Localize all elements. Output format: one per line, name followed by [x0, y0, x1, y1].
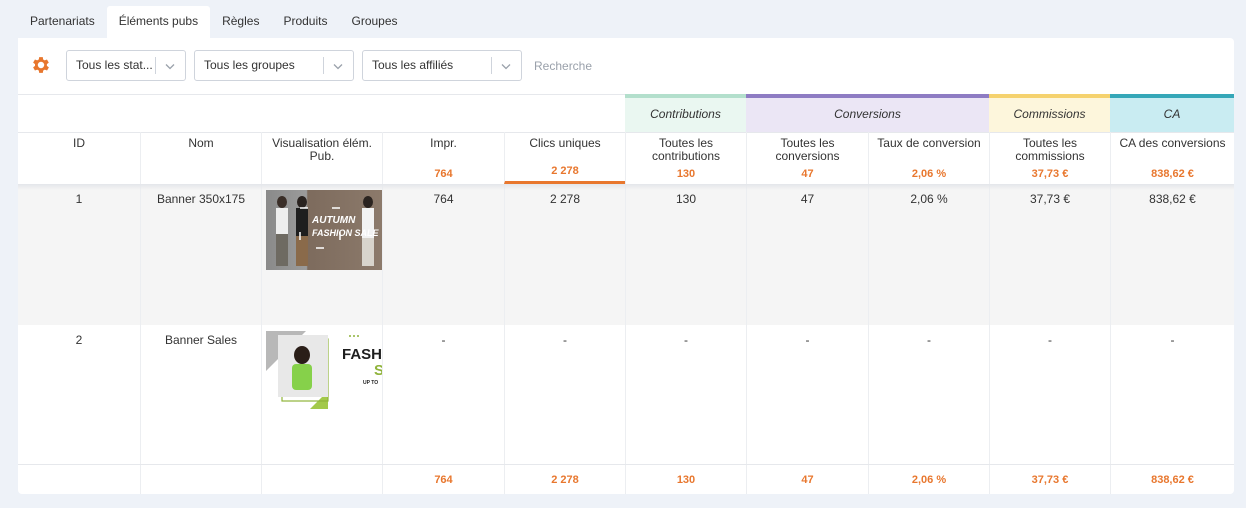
tab-groupes[interactable]: Groupes [339, 6, 409, 38]
banner-illustration: AUTUMN FASHION SALE [276, 196, 380, 266]
column-total: 2,06 % [911, 168, 947, 180]
status-select[interactable]: Tous les stat... [66, 50, 186, 81]
table-footer-totals: 764 2 278 130 47 2,06 % 37,73 € 838,62 € [18, 464, 1234, 494]
column-header-label: Taux de conversion [877, 136, 981, 150]
cell-ca: 838,62 € [1110, 184, 1234, 325]
status-select-value: Tous les stat... [76, 58, 153, 72]
cell-rate: 2,06 % [868, 184, 989, 325]
tab-partenariats[interactable]: Partenariats [18, 6, 107, 38]
column-header-ca-conversions[interactable]: CA des conversions 838,62 € [1110, 132, 1234, 184]
cell-clicks: - [504, 325, 625, 464]
cell-clicks: 2 278 [504, 184, 625, 325]
footer-total-impr: 764 [382, 465, 504, 494]
cell-name: Banner Sales [140, 325, 261, 464]
column-header-label: CA des conversions [1119, 136, 1226, 150]
group-contributions: Contributions [625, 94, 746, 132]
footer-total-rate: 2,06 % [868, 465, 989, 494]
chevron-down-icon [333, 64, 343, 70]
column-header-label: Toutes les contributions [651, 136, 721, 163]
group-ca: CA [1110, 94, 1234, 132]
cell-preview: AUTUMN FASHION SALE [261, 184, 382, 325]
column-header-label: Toutes les commissions [1015, 136, 1085, 163]
banner-text: S [374, 362, 382, 379]
chevron-down-icon [501, 64, 511, 70]
select-divider [323, 57, 324, 74]
cell-commissions: - [989, 325, 1110, 464]
table-row[interactable]: 1 Banner 350x175 AUTUMN FASHION SALE 764… [18, 184, 1234, 325]
group-select[interactable]: Tous les groupes [194, 50, 354, 81]
tab-regles[interactable]: Règles [210, 6, 271, 38]
column-header-label: Toutes les conversions [775, 136, 840, 163]
group-select-value: Tous les groupes [204, 58, 295, 72]
cell-impr: - [382, 325, 504, 464]
cell-id: 2 [75, 333, 83, 347]
column-header-impr[interactable]: Impr. 764 [382, 132, 504, 184]
table-row[interactable]: 2 Banner Sales FASH S UP TO - - - - - - … [18, 325, 1234, 464]
cell-conversions: - [746, 325, 868, 464]
column-header-label: Nom [188, 136, 214, 150]
column-header-id[interactable]: ID [18, 132, 140, 184]
banner-preview-autumn[interactable]: AUTUMN FASHION SALE [266, 190, 382, 270]
affiliate-select[interactable]: Tous les affiliés [362, 50, 522, 81]
cell-name: Banner 350x175 [140, 184, 261, 325]
banner-text: FASH [342, 346, 382, 363]
gear-icon[interactable] [30, 54, 52, 76]
banner-illustration: FASH S UP TO [266, 331, 382, 409]
group-commissions: Commissions [989, 94, 1110, 132]
footer-total-commissions: 37,73 € [989, 465, 1110, 494]
column-header-toutes-conversions[interactable]: Toutes les conversions 47 [746, 132, 868, 184]
column-header-label: Clics uniques [529, 136, 601, 150]
cell-id: 1 [75, 192, 83, 206]
banner-text: AUTUMN [311, 215, 356, 226]
cell-ca: - [1110, 325, 1234, 464]
banner-text: UP TO [363, 380, 378, 386]
footer-total-contributions: 130 [625, 465, 746, 494]
search-input[interactable] [524, 50, 724, 81]
cell-preview: FASH S UP TO [261, 325, 382, 464]
column-header-label: ID [73, 136, 85, 150]
chevron-down-icon [165, 64, 175, 70]
footer-total-ca: 838,62 € [1110, 465, 1234, 494]
footer-cell-empty [140, 465, 261, 494]
report-card: Tous les stat... Tous les groupes Tous l… [18, 38, 1234, 494]
cell-conversions: 47 [746, 184, 868, 325]
column-total: 37,73 € [1031, 168, 1069, 180]
footer-cell-empty [261, 465, 382, 494]
tab-elements-pubs[interactable]: Éléments pubs [106, 6, 211, 38]
cell-contributions: - [625, 325, 746, 464]
column-header-toutes-contributions[interactable]: Toutes les contributions 130 [625, 132, 746, 184]
tab-bar: Partenariats Éléments pubs Règles Produi… [18, 6, 410, 38]
banner-text: FASHION SALE [312, 228, 380, 238]
column-total: 47 [801, 168, 814, 180]
tab-produits[interactable]: Produits [271, 6, 339, 38]
header-shadow [18, 184, 1234, 190]
cell-impr: 764 [382, 184, 504, 325]
column-header-label: Visualisation élém. Pub. [272, 136, 372, 163]
column-total: 764 [434, 168, 453, 180]
select-divider [491, 57, 492, 74]
column-header-taux-conversion[interactable]: Taux de conversion 2,06 % [868, 132, 989, 184]
column-total: 2 278 [551, 165, 579, 177]
column-total: 130 [676, 168, 696, 180]
column-header-visualisation[interactable]: Visualisation élém. Pub. [261, 132, 382, 184]
cell-rate: - [868, 325, 989, 464]
group-conversions: Conversions [746, 94, 989, 132]
column-header-toutes-commissions[interactable]: Toutes les commissions 37,73 € [989, 132, 1110, 184]
column-header-clics-uniques[interactable]: Clics uniques 2 278 [504, 132, 625, 184]
banner-preview-sales[interactable]: FASH S UP TO [266, 331, 382, 411]
cell-commissions: 37,73 € [989, 184, 1110, 325]
column-header-label: Impr. [430, 136, 457, 150]
affiliate-select-value: Tous les affiliés [372, 58, 454, 72]
column-total: 838,62 € [1151, 168, 1194, 180]
footer-cell-empty [18, 465, 140, 494]
filter-toolbar: Tous les stat... Tous les groupes Tous l… [18, 38, 1234, 94]
column-header-nom[interactable]: Nom [140, 132, 261, 184]
footer-total-conversions: 47 [746, 465, 868, 494]
footer-total-clicks: 2 278 [504, 465, 625, 494]
select-divider [155, 57, 156, 74]
cell-contributions: 130 [625, 184, 746, 325]
